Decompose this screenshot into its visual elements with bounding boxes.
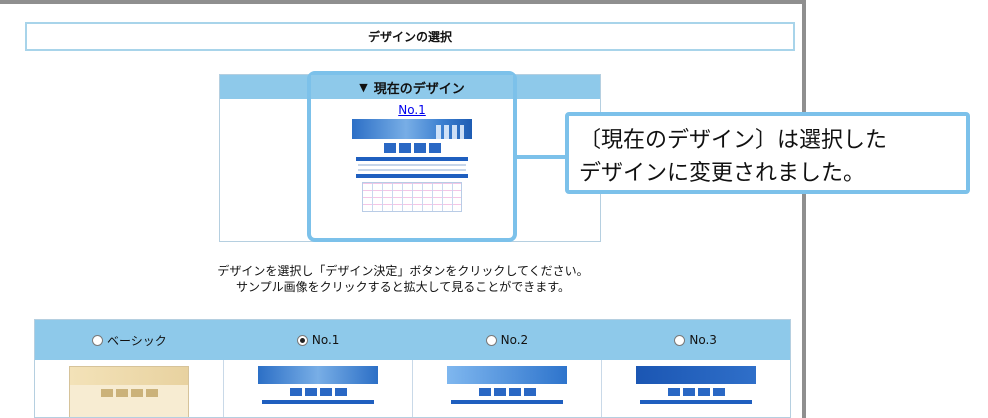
- thumbnail-banner: [352, 119, 472, 139]
- design-option-no3[interactable]: No.3: [601, 320, 790, 360]
- design-options-header: ベーシック No.1 No.2 No.3: [35, 320, 790, 360]
- callout-line-1: 〔現在のデザイン〕は選択した: [579, 128, 888, 153]
- design-options-table: ベーシック No.1 No.2 No.3: [34, 319, 791, 418]
- thumbnail-nav-buttons: [352, 143, 472, 153]
- instructions-line-1: デザインを選択し「デザイン決定」ボタンをクリックしてください。: [217, 264, 589, 278]
- current-design-panel: ▼ 現在のデザイン No.1: [307, 71, 517, 242]
- thumbnail-bar: [356, 174, 468, 178]
- thumbnail-bar: [356, 157, 468, 161]
- design-thumbnails-row: [35, 360, 790, 417]
- design-thumb-no1[interactable]: [258, 366, 378, 417]
- instructions: デザインを選択し「デザイン決定」ボタンをクリックしてください。 サンプル画像をク…: [0, 263, 806, 295]
- radio-basic[interactable]: [91, 334, 103, 346]
- instructions-line-2: サンプル画像をクリックすると拡大して見ることができます。: [235, 280, 571, 294]
- design-option-no1-label: No.1: [311, 333, 340, 347]
- callout-line-2: デザインに変更されました。: [579, 161, 866, 186]
- radio-no2[interactable]: [485, 334, 497, 346]
- current-design-header-label: 現在のデザイン: [373, 81, 465, 97]
- radio-no1[interactable]: [296, 334, 308, 346]
- thumbnail-line: [358, 169, 466, 171]
- design-thumb-no3[interactable]: [636, 366, 756, 417]
- design-thumb-cell-no3: [602, 360, 790, 417]
- design-thumb-cell-no2: [413, 360, 602, 417]
- callout-connector: [515, 155, 565, 159]
- page-title-text: デザインの選択: [367, 30, 452, 44]
- callout-message: 〔現在のデザイン〕は選択した デザインに変更されました。: [565, 112, 970, 194]
- current-design-link[interactable]: No.1: [311, 103, 513, 117]
- design-option-no3-label: No.3: [689, 333, 717, 347]
- thumbnail-calendar: [362, 182, 462, 212]
- design-option-no1[interactable]: No.1: [224, 320, 413, 360]
- triangle-down-icon: ▼: [359, 80, 368, 94]
- design-option-basic-label: ベーシック: [106, 333, 167, 348]
- design-thumb-cell-basic: [35, 360, 224, 417]
- design-thumb-no2[interactable]: [447, 366, 567, 417]
- design-option-no2-label: No.2: [500, 333, 529, 347]
- design-option-basic[interactable]: ベーシック: [35, 320, 224, 360]
- thumbnail-line: [358, 164, 466, 166]
- design-thumb-cell-no1: [224, 360, 413, 417]
- page-title: デザインの選択: [25, 22, 795, 51]
- current-design-thumbnail[interactable]: [352, 119, 472, 212]
- design-thumb-basic[interactable]: [69, 366, 189, 417]
- current-design-header: ▼ 現在のデザイン: [311, 75, 513, 99]
- design-option-no2[interactable]: No.2: [413, 320, 602, 360]
- radio-no3[interactable]: [674, 334, 686, 346]
